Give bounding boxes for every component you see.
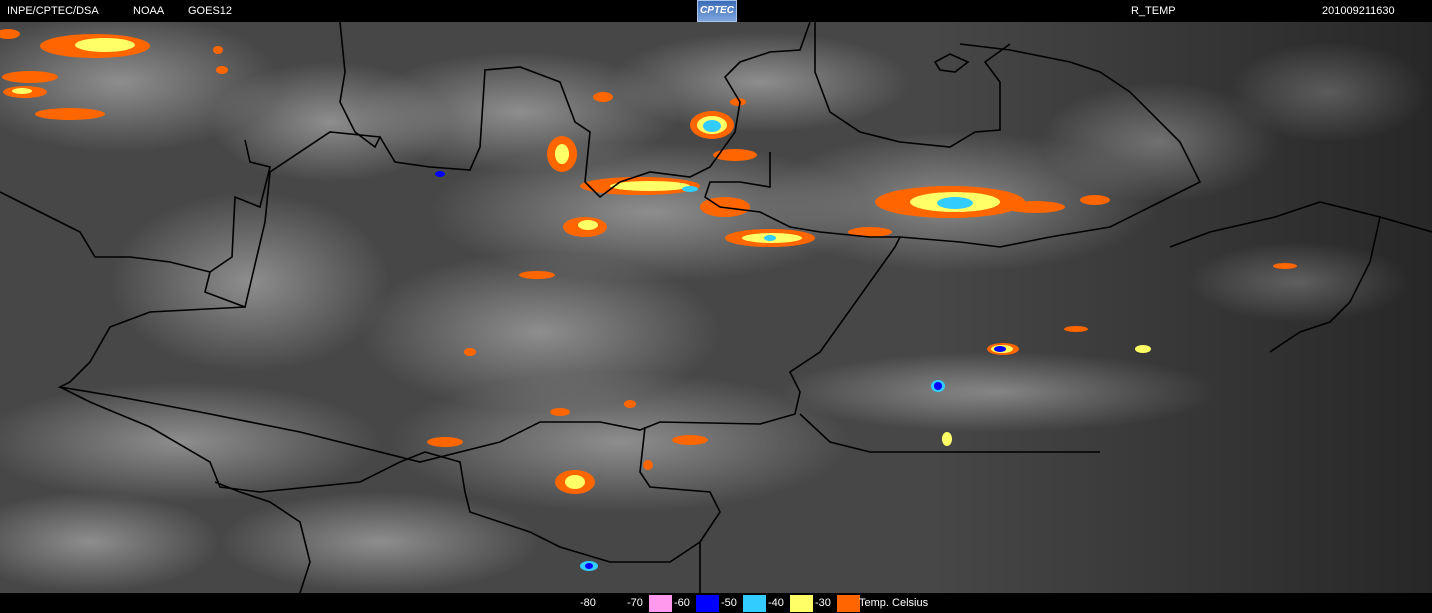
legend-swatch [837, 595, 860, 612]
product-label: R_TEMP [1131, 5, 1176, 17]
legend-swatch [790, 595, 813, 612]
legend-label: -50 [721, 597, 737, 609]
legend-label: -60 [674, 597, 690, 609]
header-bar: INPE/CPTEC/DSA NOAA GOES12 CPTEC R_TEMP … [0, 0, 1432, 22]
legend-label: -70 [627, 597, 643, 609]
night-shade [0, 22, 1432, 593]
legend-swatch [649, 595, 672, 612]
satellite-label: GOES12 [188, 5, 233, 17]
legend-swatch [602, 595, 625, 612]
source-label: INPE/CPTEC/DSA [7, 5, 99, 17]
temperature-legend: -80 -70 -60 -50 -40 -30 Temp. Celsius [0, 593, 1432, 613]
timestamp-label: 201009211630 [1322, 5, 1395, 17]
legend-label: -40 [768, 597, 784, 609]
legend-label: -30 [815, 597, 831, 609]
legend-label: -80 [580, 597, 596, 609]
satellite-map [0, 22, 1432, 593]
legend-swatch [696, 595, 719, 612]
logo-text: CPTEC [700, 5, 734, 16]
cptec-logo: CPTEC [697, 0, 737, 22]
agency-label: NOAA [133, 5, 165, 17]
legend-swatch [743, 595, 766, 612]
legend-unit: Temp. Celsius [859, 597, 929, 609]
